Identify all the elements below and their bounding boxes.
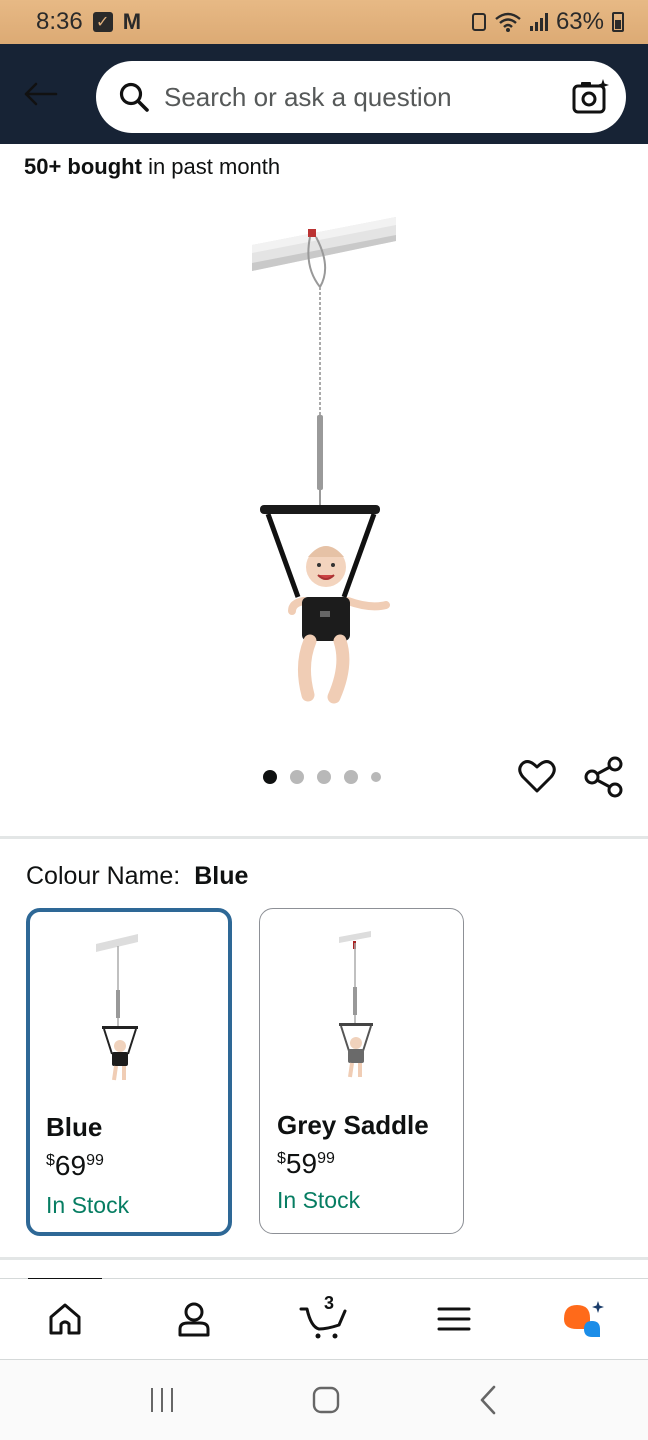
home-icon — [49, 1303, 81, 1335]
search-header: Search or ask a question — [0, 44, 648, 144]
wishlist-heart-icon[interactable] — [517, 756, 557, 796]
variation-label-text: Colour Name: — [26, 862, 181, 890]
bought-in-past-month: 50+ bought in past month — [24, 154, 280, 180]
nav-menu[interactable] — [414, 1279, 494, 1359]
swatch-thumbnail — [338, 931, 373, 1078]
nav-account[interactable] — [154, 1279, 234, 1359]
bought-suffix: in past month — [141, 154, 281, 179]
bought-count: 50+ bought — [24, 154, 142, 179]
search-bar[interactable]: Search or ask a question — [96, 61, 626, 133]
section-divider — [0, 836, 648, 839]
nav-cart[interactable]: 3 — [284, 1279, 364, 1359]
share-icon[interactable] — [583, 756, 625, 798]
check-notification-icon: ✓ — [92, 12, 113, 32]
lock-icon — [471, 13, 486, 31]
image-carousel-dots[interactable] — [263, 770, 381, 784]
wifi-icon — [495, 12, 521, 32]
swatch-price: $6999 — [46, 1150, 104, 1182]
nav-home[interactable] — [25, 1279, 105, 1359]
battery-icon — [612, 12, 624, 32]
swatch-stock: In Stock — [277, 1187, 361, 1213]
back-button[interactable] — [0, 44, 80, 144]
bottom-nav: 3 — [0, 1279, 648, 1359]
battery-percent: 63% — [555, 8, 604, 35]
carousel-dot[interactable] — [344, 770, 358, 784]
section-divider — [0, 1257, 648, 1260]
price-whole: 59 — [285, 1148, 318, 1179]
nav-rufus[interactable] — [543, 1279, 623, 1359]
menu-icon — [437, 1307, 471, 1331]
system-back-icon[interactable] — [476, 1385, 500, 1415]
rufus-icon — [564, 1301, 605, 1337]
carousel-dot[interactable] — [263, 770, 277, 784]
carousel-dot[interactable] — [290, 770, 304, 784]
home-button-icon[interactable] — [311, 1385, 341, 1415]
recent-apps-icon[interactable] — [148, 1386, 176, 1414]
back-arrow-icon — [24, 82, 58, 106]
swatch-blue[interactable]: Blue $6999 In Stock — [26, 908, 232, 1236]
swatch-price: $5999 — [277, 1148, 335, 1180]
system-nav-bar — [0, 1360, 648, 1440]
signal-icon — [529, 13, 548, 31]
variation-selected-value: Blue — [194, 862, 249, 890]
price-currency: $ — [277, 1150, 286, 1167]
account-icon — [178, 1302, 210, 1337]
camera-search-icon[interactable] — [570, 77, 610, 117]
price-fraction: 99 — [86, 1152, 104, 1169]
swatch-grey-saddle[interactable]: Grey Saddle $5999 In Stock — [259, 908, 464, 1234]
search-icon — [119, 82, 149, 112]
status-bar: 8:36 ✓ M 63% — [0, 0, 648, 44]
swatch-thumbnail — [96, 934, 138, 1081]
price-whole: 69 — [54, 1150, 87, 1181]
carousel-dot[interactable] — [317, 770, 331, 784]
product-image[interactable] — [240, 205, 410, 715]
price-currency: $ — [46, 1152, 55, 1169]
swatch-stock: In Stock — [46, 1192, 130, 1218]
swatch-name: Grey Saddle — [277, 1110, 429, 1140]
status-time: 8:36 — [36, 8, 83, 35]
cart-count: 3 — [323, 1293, 334, 1313]
search-input[interactable]: Search or ask a question — [164, 82, 570, 113]
swatch-name: Blue — [46, 1112, 103, 1142]
price-fraction: 99 — [317, 1150, 335, 1167]
gmail-icon: M — [122, 9, 141, 34]
variation-label: Colour Name: Blue — [26, 862, 248, 891]
carousel-dot[interactable] — [371, 772, 381, 782]
